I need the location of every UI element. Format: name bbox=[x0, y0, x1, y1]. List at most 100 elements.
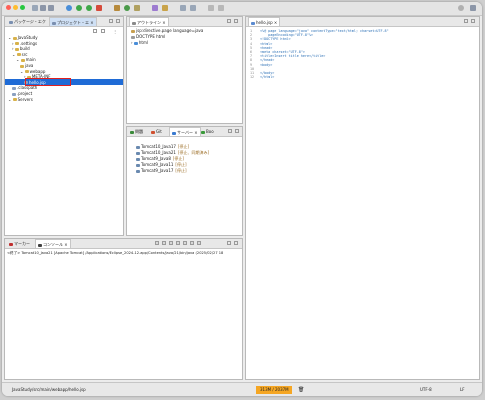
minimize-view-icon[interactable] bbox=[109, 19, 113, 23]
left-tab-bar: パッケージ・エク プロジェクト・エ × bbox=[5, 17, 123, 27]
toggle-mark-occurrences-icon[interactable] bbox=[162, 5, 168, 11]
eclipse-window: パッケージ・エク プロジェクト・エ × ⋮ ⌄ JavaStudy › .sett… bbox=[2, 2, 482, 396]
memory-indicator[interactable]: 313M / 2037M bbox=[256, 386, 292, 394]
project-explorer-icon bbox=[52, 21, 56, 25]
prev-annotation-icon[interactable] bbox=[190, 5, 196, 11]
new-java-project-icon[interactable] bbox=[114, 5, 120, 11]
next-annotation-icon[interactable] bbox=[180, 5, 186, 11]
minimize-view-icon[interactable] bbox=[228, 129, 232, 133]
view-menu-icon[interactable]: ⋮ bbox=[113, 29, 117, 34]
markers-icon bbox=[9, 242, 13, 246]
tab-servers[interactable]: サーバー × bbox=[169, 127, 201, 136]
run-icon[interactable] bbox=[76, 5, 82, 11]
server-icon bbox=[136, 163, 140, 167]
tab-markers[interactable]: マーカー bbox=[7, 239, 32, 248]
minimize-view-icon[interactable] bbox=[227, 19, 231, 23]
pin-console-icon[interactable] bbox=[183, 241, 187, 245]
tab-problems[interactable]: 問題 bbox=[128, 127, 145, 136]
link-with-editor-icon[interactable] bbox=[101, 29, 105, 33]
twisty-icon[interactable]: ⌄ bbox=[8, 97, 13, 102]
new-class-icon[interactable] bbox=[124, 5, 130, 11]
maximize-window-icon[interactable] bbox=[20, 5, 25, 10]
twisty-icon[interactable]: ⌄ bbox=[16, 57, 21, 62]
search-field-icon[interactable] bbox=[458, 5, 464, 11]
status-path: JavaStudy/src/main/webapp/hello.jsp bbox=[12, 387, 86, 392]
forward-icon[interactable] bbox=[218, 5, 224, 11]
folder-icon bbox=[14, 47, 19, 51]
twisty-icon[interactable]: ⌄ bbox=[8, 35, 13, 40]
new-icon[interactable] bbox=[32, 5, 38, 11]
file-icon bbox=[12, 86, 16, 90]
server-icon bbox=[136, 157, 140, 161]
folder-icon bbox=[20, 64, 24, 68]
encoding-indicator[interactable]: UTF-8 bbox=[420, 387, 432, 393]
maximize-view-icon[interactable] bbox=[234, 241, 238, 245]
scroll-lock-icon[interactable] bbox=[176, 241, 180, 245]
folder-icon bbox=[16, 53, 21, 57]
minimize-view-icon[interactable] bbox=[227, 241, 231, 245]
file-icon bbox=[12, 92, 16, 96]
jsp-file-icon bbox=[251, 21, 255, 25]
clear-console-icon[interactable] bbox=[169, 241, 173, 245]
doctype-icon bbox=[131, 35, 135, 39]
close-icon[interactable]: × bbox=[90, 20, 93, 25]
remove-launch-icon[interactable] bbox=[162, 241, 166, 245]
tree-item[interactable]: ⌄ Servers bbox=[8, 97, 33, 103]
external-tools-icon[interactable] bbox=[86, 5, 92, 11]
status-bar: JavaStudy/src/main/webapp/hello.jsp 313M… bbox=[2, 382, 482, 396]
outline-icon bbox=[132, 21, 136, 25]
folder-icon bbox=[12, 36, 17, 40]
tab-outline[interactable]: アウトライン × bbox=[129, 17, 169, 26]
package-explorer-icon bbox=[9, 20, 13, 24]
maximize-view-icon[interactable] bbox=[471, 19, 475, 23]
maximize-view-icon[interactable] bbox=[234, 19, 238, 23]
search-icon[interactable] bbox=[152, 5, 158, 11]
display-console-icon[interactable] bbox=[190, 241, 194, 245]
tab-package-explorer[interactable]: パッケージ・エク bbox=[7, 17, 48, 26]
main-toolbar bbox=[2, 2, 482, 16]
console-pane: マーカー コンソール × <終了> Tomcat10_Java21 [Apach… bbox=[4, 238, 243, 380]
save-all-icon[interactable] bbox=[48, 5, 54, 11]
open-type-icon[interactable] bbox=[134, 5, 140, 11]
collapse-all-icon[interactable] bbox=[93, 29, 97, 33]
folder-icon bbox=[14, 42, 19, 46]
twisty-icon[interactable]: ⌄ bbox=[20, 69, 25, 74]
console-output-line: <終了> Tomcat10_Java21 [Apache Tomcat] /Ap… bbox=[7, 251, 224, 255]
servers-pane: 問題 Git サーバー × Boo Tomcat10_Java17 [停止] Tom… bbox=[126, 126, 243, 236]
outline-item[interactable]: › html bbox=[131, 40, 148, 46]
server-item[interactable]: Tomcat9_Java17 [停止] bbox=[136, 168, 187, 174]
close-icon[interactable]: × bbox=[194, 130, 197, 135]
perspective-icon[interactable] bbox=[470, 5, 476, 11]
folder-icon bbox=[20, 58, 25, 62]
close-window-icon[interactable] bbox=[6, 5, 11, 10]
close-icon[interactable]: × bbox=[162, 20, 165, 25]
line-ending-indicator[interactable]: LF bbox=[460, 387, 465, 393]
maximize-view-icon[interactable] bbox=[235, 129, 239, 133]
minimize-window-icon[interactable] bbox=[13, 5, 18, 10]
tab-hello-jsp[interactable]: hello.jsp × bbox=[248, 17, 281, 26]
back-icon[interactable] bbox=[208, 5, 214, 11]
close-icon[interactable]: × bbox=[64, 242, 67, 247]
debug-icon[interactable] bbox=[66, 5, 72, 11]
line-number: 12 bbox=[250, 75, 255, 80]
open-console-icon[interactable] bbox=[197, 241, 201, 245]
minimize-view-icon[interactable] bbox=[464, 19, 468, 23]
tab-project-explorer[interactable]: プロジェクト・エ × bbox=[49, 17, 97, 26]
bookmark-icon bbox=[201, 130, 205, 134]
expand-icon[interactable]: › bbox=[131, 40, 133, 45]
tab-console[interactable]: コンソール × bbox=[35, 239, 71, 248]
folder-icon bbox=[12, 98, 17, 102]
maximize-view-icon[interactable] bbox=[116, 19, 120, 23]
coverage-icon[interactable] bbox=[96, 5, 102, 11]
twisty-icon[interactable]: ⌄ bbox=[12, 52, 17, 57]
tab-bookmarks[interactable]: Boo bbox=[199, 127, 216, 136]
terminate-icon[interactable] bbox=[155, 241, 159, 245]
problems-icon bbox=[130, 130, 134, 134]
git-icon bbox=[151, 130, 155, 134]
save-icon[interactable] bbox=[40, 5, 46, 11]
tab-git[interactable]: Git bbox=[149, 127, 164, 136]
garbage-collect-icon[interactable]: 🗑 bbox=[298, 387, 304, 393]
close-icon[interactable]: × bbox=[274, 20, 277, 25]
element-icon bbox=[133, 41, 138, 45]
console-tab-bar: マーカー コンソール × bbox=[5, 239, 242, 249]
